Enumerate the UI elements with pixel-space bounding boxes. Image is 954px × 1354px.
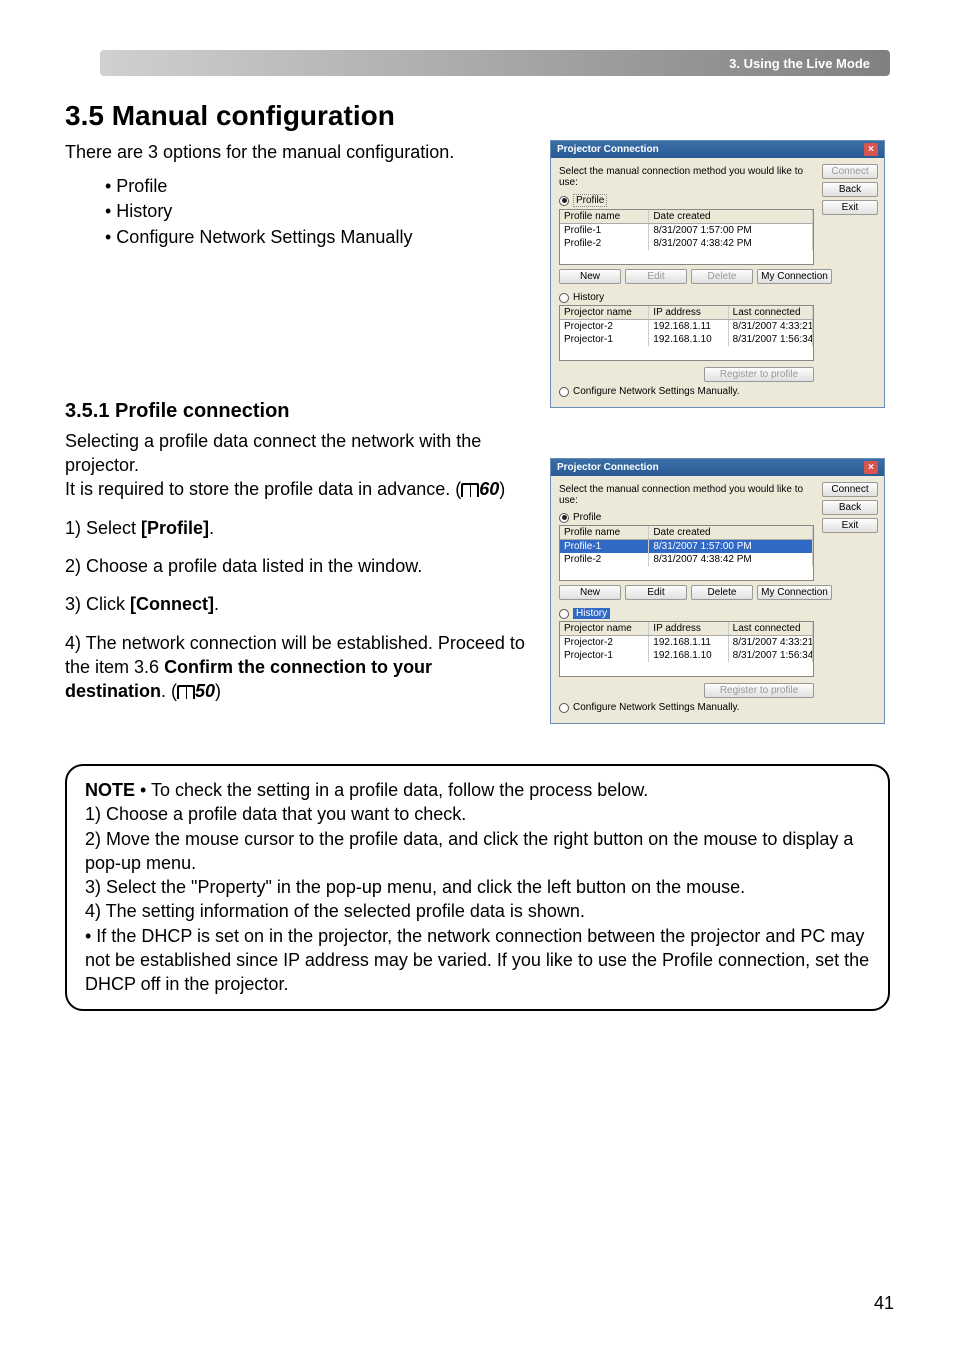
chapter-header: 3. Using the Live Mode (100, 50, 890, 76)
col-ip: IP address (649, 306, 728, 319)
radio-icon (559, 609, 569, 619)
back-button[interactable]: Back (822, 500, 878, 515)
exit-button[interactable]: Exit (822, 518, 878, 533)
radio-icon (559, 293, 569, 303)
col-projector-name: Projector name (560, 306, 649, 319)
radio-profile-label: Profile (573, 512, 601, 523)
bullet-history: • History (105, 199, 530, 224)
dialog-titlebar: Projector Connection × (551, 459, 884, 476)
radio-icon (559, 387, 569, 397)
history-table: Projector name IP address Last connected… (559, 305, 814, 361)
step-1: 1) Select [Profile]. (65, 516, 530, 540)
note-line-1: 1) Choose a profile data that you want t… (85, 804, 466, 824)
history-table: Projector name IP address Last connected… (559, 621, 814, 677)
delete-button[interactable]: Delete (691, 269, 753, 284)
bullet-configure: • Configure Network Settings Manually (105, 225, 530, 250)
table-row[interactable]: Projector-2 192.168.1.11 8/31/2007 4:33:… (560, 636, 813, 649)
step-3: 3) Click [Connect]. (65, 592, 530, 616)
my-connection-button[interactable]: My Connection (757, 585, 832, 600)
dialog-title-text: Projector Connection (557, 462, 659, 473)
profile-table: Profile name Date created Profile-1 8/31… (559, 525, 814, 581)
dialog-2: Projector Connection × Connect Back Exit… (550, 458, 885, 724)
col-projector-name: Projector name (560, 622, 649, 635)
radio-icon (559, 513, 569, 523)
book-icon (177, 685, 195, 699)
dialog-1: Projector Connection × Connect Back Exit… (550, 140, 885, 408)
table-row[interactable]: Profile-1 8/31/2007 1:57:00 PM (560, 224, 813, 237)
note-line-2: 2) Move the mouse cursor to the profile … (85, 829, 853, 873)
exit-button[interactable]: Exit (822, 200, 878, 215)
edit-button[interactable]: Edit (625, 585, 687, 600)
col-date-created: Date created (649, 526, 813, 539)
section-intro: There are 3 options for the manual confi… (65, 140, 530, 164)
col-last-connected: Last connected (729, 622, 813, 635)
table-row[interactable]: Projector-1 192.168.1.10 8/31/2007 1:56:… (560, 333, 813, 346)
step-2: 2) Choose a profile data listed in the w… (65, 554, 530, 578)
radio-configure-label: Configure Network Settings Manually. (573, 386, 740, 397)
page-number: 41 (874, 1293, 894, 1314)
edit-button[interactable]: Edit (625, 269, 687, 284)
note-para-2: • If the DHCP is set on in the projector… (85, 926, 869, 995)
dialog-message: Select the manual connection method you … (559, 166, 809, 188)
radio-icon (559, 703, 569, 713)
col-date-created: Date created (649, 210, 813, 223)
new-button[interactable]: New (559, 269, 621, 284)
note-box: NOTE • To check the setting in a profile… (65, 764, 890, 1011)
radio-configure[interactable]: Configure Network Settings Manually. (559, 702, 876, 713)
my-connection-button[interactable]: My Connection (757, 269, 832, 284)
table-row[interactable]: Projector-2 192.168.1.11 8/31/2007 4:33:… (560, 320, 813, 333)
section-title: 3.5 Manual configuration (65, 100, 890, 132)
delete-button[interactable]: Delete (691, 585, 753, 600)
radio-history-label: History (573, 608, 610, 619)
register-button[interactable]: Register to profile (704, 367, 814, 382)
radio-icon (559, 196, 569, 206)
subsection-body: Selecting a profile data connect the net… (65, 429, 530, 502)
dialog-titlebar: Projector Connection × (551, 141, 884, 158)
dialog-title-text: Projector Connection (557, 144, 659, 155)
table-row[interactable]: Profile-2 8/31/2007 4:38:42 PM (560, 553, 813, 566)
col-ip: IP address (649, 622, 728, 635)
radio-history[interactable]: History (559, 292, 876, 303)
radio-history[interactable]: History (559, 608, 876, 619)
col-profile-name: Profile name (560, 526, 649, 539)
note-line-3: 3) Select the "Property" in the pop-up m… (85, 877, 745, 897)
close-icon[interactable]: × (864, 461, 878, 474)
table-row[interactable]: Projector-1 192.168.1.10 8/31/2007 1:56:… (560, 649, 813, 662)
back-button[interactable]: Back (822, 182, 878, 197)
table-row-selected[interactable]: Profile-1 8/31/2007 1:57:00 PM (560, 540, 813, 553)
register-button[interactable]: Register to profile (704, 683, 814, 698)
note-line-4: 4) The setting information of the select… (85, 901, 585, 921)
subsection-title: 3.5.1 Profile connection (65, 400, 530, 423)
bullet-profile: • Profile (105, 174, 530, 199)
col-profile-name: Profile name (560, 210, 649, 223)
connect-button[interactable]: Connect (822, 164, 878, 179)
radio-configure-label: Configure Network Settings Manually. (573, 702, 740, 713)
dialog-message: Select the manual connection method you … (559, 484, 809, 506)
radio-configure[interactable]: Configure Network Settings Manually. (559, 386, 876, 397)
new-button[interactable]: New (559, 585, 621, 600)
connect-button[interactable]: Connect (822, 482, 878, 497)
chapter-title: 3. Using the Live Mode (729, 56, 870, 71)
table-row[interactable]: Profile-2 8/31/2007 4:38:42 PM (560, 237, 813, 250)
step-4: 4) The network connection will be establ… (65, 631, 530, 704)
note-label: NOTE (85, 780, 135, 800)
radio-history-label: History (573, 292, 604, 303)
radio-profile-label: Profile (573, 194, 607, 207)
col-last-connected: Last connected (729, 306, 813, 319)
book-icon (461, 483, 479, 497)
profile-table: Profile name Date created Profile-1 8/31… (559, 209, 814, 265)
close-icon[interactable]: × (864, 143, 878, 156)
